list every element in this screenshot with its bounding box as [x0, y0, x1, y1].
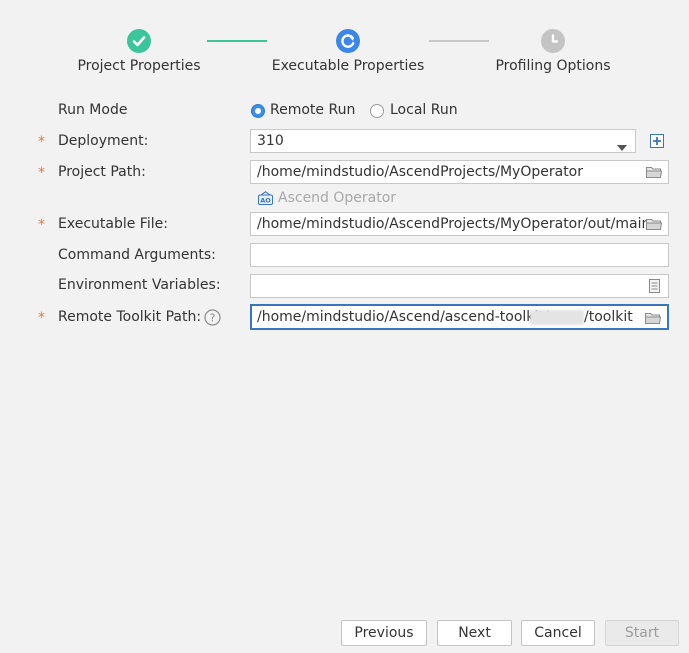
radio-unselected-icon	[370, 104, 384, 118]
folder-icon[interactable]	[645, 312, 662, 328]
step-current-refresh-icon	[336, 29, 360, 53]
executable-file-value: /home/mindstudio/AscendProjects/MyOperat…	[257, 216, 651, 232]
project-path-value: /home/mindstudio/AscendProjects/MyOperat…	[257, 164, 584, 180]
environment-variables-label: Environment Variables:	[58, 277, 221, 293]
chevron-down-icon	[617, 139, 627, 155]
svg-text:AO: AO	[260, 197, 271, 205]
executable-file-label: Executable File:	[58, 216, 168, 232]
step-done-check-icon	[127, 29, 151, 53]
command-arguments-field[interactable]	[250, 243, 669, 267]
remote-toolkit-path-suffix: /toolkit	[584, 309, 633, 325]
command-arguments-label: Command Arguments:	[58, 247, 216, 263]
question-icon[interactable]: ?	[204, 309, 221, 326]
ascend-operator-label: Ascend Operator	[278, 190, 397, 206]
remote-toolkit-path-label: Remote Toolkit Path:	[58, 309, 202, 325]
project-path-label: Project Path:	[58, 164, 146, 180]
folder-icon[interactable]	[646, 166, 663, 182]
step-pending-clock-icon	[541, 29, 565, 53]
svg-text:?: ?	[210, 312, 216, 325]
step-connector-pending	[429, 40, 489, 42]
folder-icon[interactable]	[646, 218, 663, 234]
required-marker: *	[38, 134, 45, 150]
step-label-project-properties: Project Properties	[77, 58, 201, 74]
required-marker: *	[38, 310, 45, 326]
remote-toolkit-path-field[interactable]: /home/mindstudio/Ascend/ascend-toolkit/ …	[250, 304, 669, 330]
step-label-profiling-options: Profiling Options	[495, 58, 611, 74]
step-label-executable-properties: Executable Properties	[271, 58, 425, 74]
document-icon[interactable]	[649, 279, 660, 297]
next-button[interactable]: Next	[437, 620, 512, 646]
cancel-button[interactable]: Cancel	[521, 620, 595, 646]
executable-file-field[interactable]: /home/mindstudio/AscendProjects/MyOperat…	[250, 212, 669, 236]
previous-button[interactable]: Previous	[341, 620, 427, 646]
local-run-label: Local Run	[390, 102, 458, 118]
remote-run-label: Remote Run	[270, 102, 356, 118]
remote-toolkit-path-prefix: /home/mindstudio/Ascend/ascend-toolkit/	[257, 309, 549, 325]
ascend-operator-icon: AO	[258, 191, 273, 209]
project-path-field[interactable]: /home/mindstudio/AscendProjects/MyOperat…	[250, 160, 669, 184]
deployment-select[interactable]: 310	[250, 129, 636, 153]
run-mode-label: Run Mode	[58, 102, 128, 118]
add-deployment-plus-icon[interactable]	[650, 134, 664, 148]
start-button[interactable]: Start	[605, 620, 679, 646]
remote-run-radio[interactable]: Remote Run	[250, 102, 360, 120]
required-marker: *	[38, 165, 45, 181]
step-connector-done	[207, 40, 267, 42]
local-run-radio[interactable]: Local Run	[369, 102, 469, 120]
environment-variables-field[interactable]	[250, 274, 669, 298]
required-marker: *	[38, 217, 45, 233]
deployment-label: Deployment:	[58, 133, 149, 149]
deployment-value: 310	[257, 133, 284, 149]
radio-selected-icon	[251, 104, 265, 118]
redacted-segment	[530, 310, 584, 325]
